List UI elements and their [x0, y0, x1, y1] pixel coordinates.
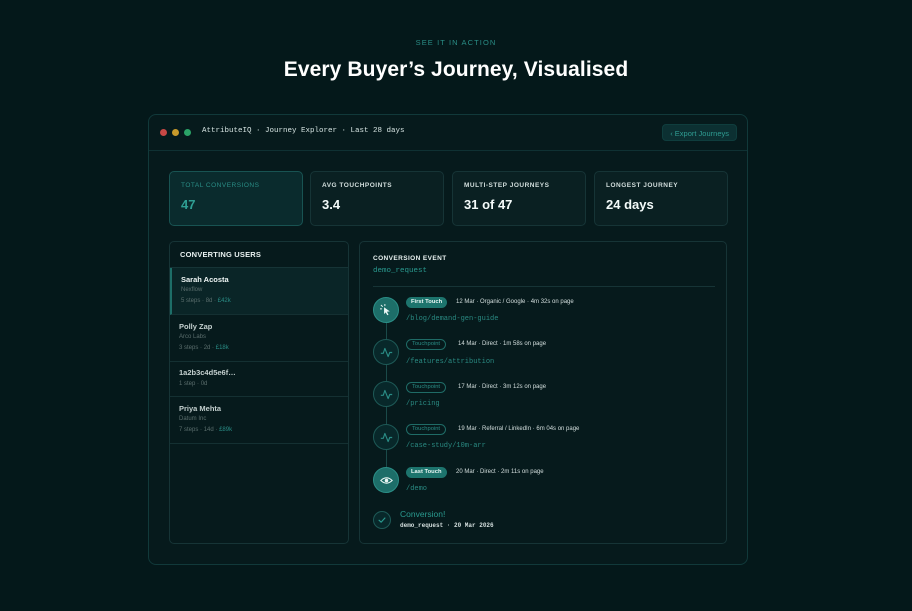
section-headline: Every Buyer’s Journey, Visualised	[283, 58, 629, 81]
conversion-event-value: demo_request	[373, 267, 428, 275]
step-tag: Touchpoint	[406, 339, 447, 350]
eye-icon	[373, 467, 399, 493]
conversion-subtitle: demo_request · 20 Mar 2026	[400, 522, 494, 529]
stat-card-total-conversions[interactable]: TOTAL CONVERSIONS 47	[169, 171, 303, 226]
stat-label: LONGEST JOURNEY	[606, 182, 679, 189]
user-meta: 3 steps · 2d · £18k	[179, 345, 229, 351]
stat-value: 3.4	[322, 197, 341, 212]
user-company: Datum Inc	[179, 416, 207, 422]
stat-card-longest-journey[interactable]: LONGEST JOURNEY 24 days	[594, 171, 728, 226]
maximize-window-dot[interactable]	[184, 129, 191, 136]
step-meta: 12 Mar · Organic / Google · 4m 32s on pa…	[456, 299, 574, 305]
stat-card-multi-step-journeys[interactable]: MULTI-STEP JOURNEYS 31 of 47	[452, 171, 586, 226]
user-company: Arco Labs	[179, 334, 207, 340]
user-meta: 7 steps · 14d · £89k	[179, 427, 233, 433]
app-window: AttributeIQ · Journey Explorer · Last 28…	[148, 114, 748, 565]
section-eyebrow: SEE IT IN ACTION	[415, 38, 497, 47]
user-meta: 5 steps · 8d · £42k	[181, 298, 231, 304]
stat-label: MULTI-STEP JOURNEYS	[464, 182, 550, 189]
stat-value: 31 of 47	[464, 197, 513, 212]
user-name: Polly Zap	[179, 322, 213, 331]
user-row[interactable]: Sarah Acosta Nexflow 5 steps · 8d · £42k	[170, 268, 348, 315]
user-name: Priya Mehta	[179, 404, 222, 413]
window-title: AttributeIQ · Journey Explorer · Last 28…	[202, 127, 405, 135]
step-meta: 20 Mar · Direct · 2m 11s on page	[456, 469, 544, 475]
conversion-event-label: CONVERSION EVENT	[373, 255, 447, 262]
activity-icon	[373, 424, 399, 450]
step-meta: 14 Mar · Direct · 1m 58s on page	[458, 341, 547, 347]
step-tag: First Touch	[406, 297, 448, 308]
stat-card-avg-touchpoints[interactable]: AVG TOUCHPOINTS 3.4	[310, 171, 444, 226]
step-path[interactable]: /case-study/10m-arr	[406, 442, 486, 450]
activity-icon	[373, 381, 399, 407]
step-tag: Last Touch	[406, 467, 447, 478]
conversion-title: Conversion!	[400, 509, 446, 519]
user-row[interactable]: 1a2b3c4d5e6f… 1 step · 0d	[170, 362, 348, 397]
step-path[interactable]: /blog/demand-gen-guide	[406, 315, 498, 323]
step-path[interactable]: /features/attribution	[406, 358, 494, 366]
user-meta: 1 step · 0d	[179, 381, 208, 387]
step-path[interactable]: /demo	[406, 485, 427, 493]
user-company: Nexflow	[181, 287, 203, 293]
user-row[interactable]: Polly Zap Arco Labs 3 steps · 2d · £18k	[170, 315, 348, 362]
stat-label: TOTAL CONVERSIONS	[181, 182, 260, 189]
step-tag: Touchpoint	[406, 424, 447, 435]
close-window-dot[interactable]	[160, 129, 167, 136]
users-panel-header: CONVERTING USERS	[180, 250, 262, 259]
converting-users-panel: CONVERTING USERS Sarah Acosta Nexflow 5 …	[169, 241, 349, 544]
check-circle-icon	[373, 511, 391, 529]
user-name: Sarah Acosta	[181, 275, 229, 284]
stat-value: 47	[181, 197, 196, 212]
window-titlebar: AttributeIQ · Journey Explorer · Last 28…	[149, 115, 747, 151]
divider	[373, 286, 715, 287]
export-journeys-button[interactable]: ‹ Export Journeys	[662, 124, 737, 141]
step-tag: Touchpoint	[406, 382, 447, 393]
step-path[interactable]: /pricing	[406, 400, 440, 408]
journey-timeline-panel: CONVERSION EVENT demo_request First Touc…	[359, 241, 727, 544]
step-meta: 19 Mar · Referral / LinkedIn · 6m 04s on…	[458, 426, 580, 432]
step-meta: 17 Mar · Direct · 3m 12s on page	[458, 384, 547, 390]
activity-icon	[373, 339, 399, 365]
stat-value: 24 days	[606, 197, 654, 212]
minimize-window-dot[interactable]	[172, 129, 179, 136]
user-row[interactable]: Priya Mehta Datum Inc 7 steps · 14d · £8…	[170, 397, 348, 444]
stat-label: AVG TOUCHPOINTS	[322, 182, 393, 189]
cursor-click-icon	[373, 297, 399, 323]
user-name: 1a2b3c4d5e6f…	[179, 368, 236, 377]
